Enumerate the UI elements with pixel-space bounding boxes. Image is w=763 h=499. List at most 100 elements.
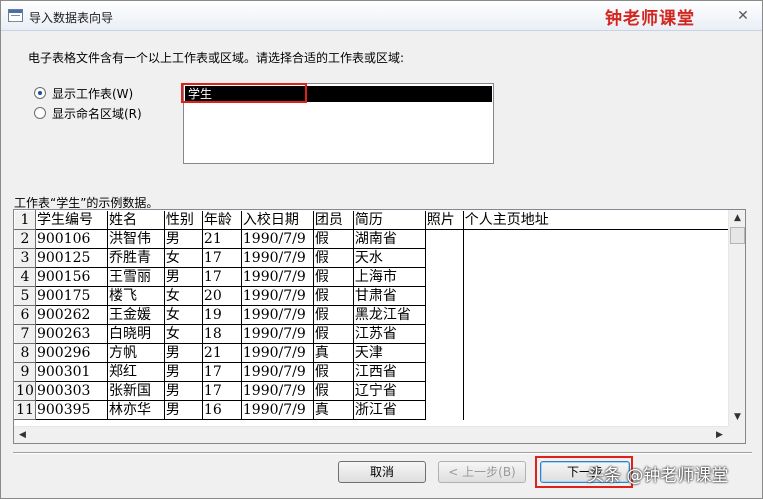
table-cell: 1990/7/9 — [241, 267, 314, 287]
table-cell: 假 — [313, 324, 354, 344]
table-cell: 男 — [164, 343, 203, 363]
table-row: 3 900125 乔胜青女 17 1990/7/9 假天水 — [14, 248, 729, 268]
table-cell: 17 — [202, 248, 242, 268]
table-cell: 900395 — [35, 400, 108, 420]
close-icon[interactable]: ✕ — [733, 7, 753, 25]
app-icon — [8, 9, 23, 22]
row-number: 11 — [14, 400, 36, 420]
table-cell: 方帆 — [107, 343, 165, 363]
grid-header-row: 1 学生编号 姓名 性别 年龄 入校日期 团员 简历 照片 个人主页地址 — [14, 210, 728, 230]
table-cell — [425, 343, 464, 363]
row-number: 6 — [14, 305, 36, 325]
table-cell: 男 — [164, 381, 203, 401]
table-cell: 1990/7/9 — [241, 400, 314, 420]
row-number: 7 — [14, 324, 36, 344]
table-cell: 900156 — [35, 267, 108, 287]
data-table: 1 学生编号 姓名 性别 年龄 入校日期 团员 简历 照片 个人主页地址 2 900106 洪智伟男 21… — [14, 210, 728, 420]
table-cell: 男 — [164, 267, 203, 287]
table-cell: 1990/7/9 — [241, 305, 314, 325]
vertical-scrollbar[interactable]: ▲ ▼ — [728, 210, 745, 426]
table-cell: 16 — [202, 400, 242, 420]
table-cell — [463, 287, 728, 306]
table-row: 4 900156 王雪丽男 17 1990/7/9 假上海市 — [14, 267, 729, 287]
radio-show-named-ranges[interactable]: 显示命名区域(R) — [34, 105, 142, 121]
watermark-logo: 钟老师课堂 — [605, 9, 695, 29]
table-cell: 假 — [313, 248, 354, 268]
table-cell: 女 — [164, 248, 203, 268]
table-cell: 男 — [164, 400, 203, 420]
table-cell — [463, 344, 728, 363]
column-header: 入校日期 — [241, 210, 314, 230]
table-cell: 假 — [313, 229, 354, 249]
table-cell: 900262 — [35, 305, 108, 325]
table-cell: 男 — [164, 362, 203, 382]
column-header: 团员 — [313, 210, 354, 230]
table-cell — [425, 248, 464, 268]
grid-viewport: 1 学生编号 姓名 性别 年龄 入校日期 团员 简历 照片 个人主页地址 2 900106 洪智伟男 21… — [14, 210, 728, 426]
horizontal-scrollbar[interactable]: ◀ ▶ — [14, 426, 728, 443]
table-cell — [463, 401, 728, 420]
table-cell — [425, 381, 464, 401]
column-header: 照片 — [425, 210, 464, 230]
table-cell: 甘肃省 — [353, 286, 426, 306]
table-cell: 男 — [164, 229, 203, 249]
table-cell — [463, 325, 728, 344]
table-cell: 假 — [313, 286, 354, 306]
vertical-scroll-thumb[interactable] — [730, 227, 745, 244]
table-cell — [425, 229, 464, 249]
table-row: 5 900175 楼飞女 20 1990/7/9 假甘肃省 — [14, 286, 729, 306]
sheet-listbox[interactable]: 学生 — [183, 83, 494, 164]
sheet-list-item[interactable]: 学生 — [185, 86, 492, 102]
table-cell — [463, 363, 728, 382]
scroll-right-icon[interactable]: ▶ — [711, 427, 728, 443]
table-cell: 女 — [164, 305, 203, 325]
back-button[interactable]: < 上一步(B) — [438, 461, 526, 483]
table-cell: 张新国 — [107, 381, 165, 401]
radio-unchecked-icon[interactable] — [34, 107, 46, 119]
table-cell — [425, 305, 464, 325]
row-number: 8 — [14, 343, 36, 363]
column-header: 学生编号 — [35, 210, 108, 230]
row-number: 9 — [14, 362, 36, 382]
table-cell: 江苏省 — [353, 324, 426, 344]
table-cell: 1990/7/9 — [241, 248, 314, 268]
table-cell: 17 — [202, 267, 242, 287]
cancel-button[interactable]: 取消 — [338, 461, 426, 483]
window-title: 导入数据表向导 — [29, 11, 114, 25]
table-row: 7 900263 白晓明女 18 1990/7/9 假江苏省 — [14, 324, 729, 344]
table-cell: 900303 — [35, 381, 108, 401]
table-cell: 湖南省 — [353, 229, 426, 249]
radio-show-sheets[interactable]: 显示工作表(W) — [34, 85, 133, 101]
table-cell: 天水 — [353, 248, 426, 268]
table-cell: 1990/7/9 — [241, 324, 314, 344]
table-cell — [463, 249, 728, 268]
table-row: 6 900262 王金媛女 19 1990/7/9 假黑龙江省 — [14, 305, 729, 325]
import-wizard-window: 导入数据表向导 钟老师课堂 ✕ 电子表格文件含有一个以上工作表或区域。请选择合适… — [0, 0, 763, 499]
table-row: 9 900301 郑红男 17 1990/7/9 假江西省 — [14, 362, 729, 382]
instruction-text: 电子表格文件含有一个以上工作表或区域。请选择合适的工作表或区域: — [28, 51, 405, 65]
row-number: 4 — [14, 267, 36, 287]
table-cell: 假 — [313, 362, 354, 382]
table-cell: 1990/7/9 — [241, 343, 314, 363]
table-cell — [425, 324, 464, 344]
table-row: 8 900296 方帆男 21 1990/7/9 真天津 — [14, 343, 729, 363]
table-cell: 900301 — [35, 362, 108, 382]
scroll-down-icon[interactable]: ▼ — [729, 409, 745, 426]
table-cell — [425, 362, 464, 382]
scroll-up-icon[interactable]: ▲ — [729, 210, 745, 227]
table-cell — [425, 400, 464, 420]
table-cell — [463, 268, 728, 287]
row-number: 1 — [14, 210, 36, 230]
table-cell: 17 — [202, 381, 242, 401]
table-cell: 郑红 — [107, 362, 165, 382]
table-cell: 21 — [202, 343, 242, 363]
table-cell: 20 — [202, 286, 242, 306]
table-cell: 19 — [202, 305, 242, 325]
row-number: 2 — [14, 229, 36, 249]
table-cell: 浙江省 — [353, 400, 426, 420]
column-header: 性别 — [164, 210, 203, 230]
table-cell — [425, 267, 464, 287]
sample-data-grid: 1 学生编号 姓名 性别 年龄 入校日期 团员 简历 照片 个人主页地址 2 900106 洪智伟男 21… — [13, 209, 746, 444]
scroll-left-icon[interactable]: ◀ — [14, 427, 31, 443]
radio-checked-icon[interactable] — [34, 87, 46, 99]
